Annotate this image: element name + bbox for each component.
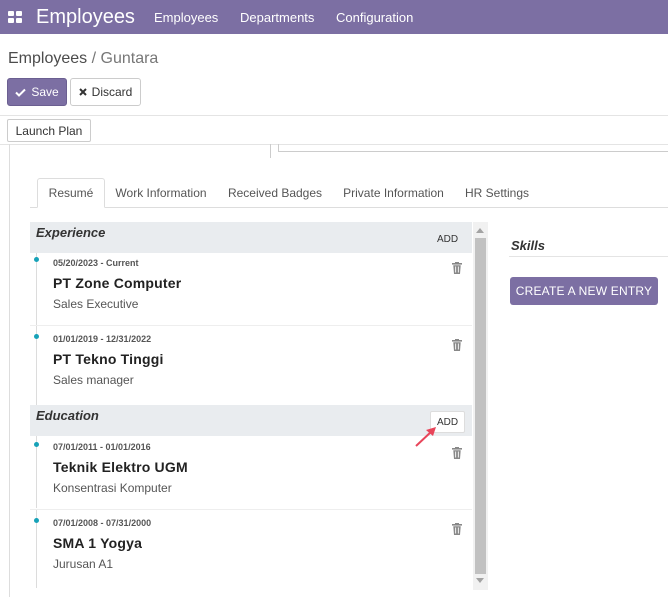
app-brand[interactable]: Employees — [36, 6, 135, 29]
tab-received-badges[interactable]: Received Badges — [220, 178, 330, 208]
row-separator — [30, 325, 472, 326]
row-separator — [30, 509, 472, 510]
breadcrumb: Employees / Guntara — [8, 50, 158, 68]
line-description: Konsentrasi Komputer — [53, 481, 172, 495]
experience-title: Experience — [36, 225, 106, 240]
timeline-dot — [34, 334, 39, 339]
breadcrumb-separator: / — [87, 50, 101, 67]
scroll-down-arrow-icon[interactable] — [476, 578, 484, 583]
discard-button-label: Discard — [91, 85, 133, 99]
top-navbar: Employees Employees Departments Configur… — [0, 0, 668, 34]
save-button[interactable]: Save — [7, 78, 67, 106]
tab-hr-settings[interactable]: HR Settings — [457, 178, 537, 208]
trash-icon[interactable] — [452, 262, 462, 274]
line-date: 01/01/2019 - 12/31/2022 — [53, 334, 152, 344]
create-new-entry-button[interactable]: CREATE A NEW ENTRY — [510, 277, 658, 305]
discard-button[interactable]: Discard — [70, 78, 141, 106]
line-name[interactable]: SMA 1 Yogya — [53, 535, 142, 551]
line-name[interactable]: PT Zone Computer — [53, 275, 181, 291]
launch-plan-button[interactable]: Launch Plan — [7, 119, 91, 142]
timeline-dot — [34, 442, 39, 447]
resume-scrollbar-thumb[interactable] — [475, 238, 486, 574]
close-icon — [78, 88, 87, 96]
breadcrumb-current: Guntara — [100, 50, 159, 67]
annotation-arrow-icon — [415, 427, 436, 447]
trash-icon[interactable] — [452, 339, 462, 351]
scroll-up-arrow-icon[interactable] — [476, 228, 484, 233]
trash-icon[interactable] — [452, 523, 462, 535]
menu-departments[interactable]: Departments — [240, 10, 314, 25]
line-name[interactable]: PT Tekno Tinggi — [53, 351, 164, 367]
check-icon — [15, 88, 27, 97]
breadcrumb-parent[interactable]: Employees — [8, 50, 87, 67]
line-date: 05/20/2023 - Current — [53, 258, 139, 268]
education-title: Education — [36, 408, 99, 423]
field-box-bottom — [278, 151, 668, 152]
skills-title: Skills — [511, 238, 545, 253]
line-description: Sales manager — [53, 373, 134, 387]
experience-timeline — [36, 253, 37, 325]
experience-section-header: Experience ADD — [30, 222, 472, 253]
education-section-header: Education ADD — [30, 405, 472, 436]
sheet-left-border — [9, 144, 10, 597]
timeline-dot — [34, 518, 39, 523]
trash-icon[interactable] — [452, 447, 462, 459]
timeline-dot — [34, 257, 39, 262]
save-button-label: Save — [31, 85, 59, 99]
line-description: Sales Executive — [53, 297, 139, 311]
line-name[interactable]: Teknik Elektro UGM — [53, 459, 188, 475]
apps-menu-icon[interactable] — [8, 11, 22, 23]
tab-private-information[interactable]: Private Information — [336, 178, 451, 208]
line-date: 07/01/2008 - 07/31/2000 — [53, 518, 152, 528]
menu-configuration[interactable]: Configuration — [336, 10, 413, 25]
menu-employees[interactable]: Employees — [154, 10, 218, 25]
tab-resume[interactable]: Resumé — [37, 178, 105, 208]
skills-divider — [509, 256, 668, 257]
experience-add-button[interactable]: ADD — [430, 228, 465, 250]
line-description: Jurusan A1 — [53, 557, 114, 571]
line-date: 07/01/2011 - 01/01/2016 — [53, 442, 151, 452]
control-panel-divider — [0, 115, 668, 116]
tab-work-information[interactable]: Work Information — [108, 178, 214, 208]
field-edge — [270, 144, 271, 158]
statusbar-divider — [0, 144, 668, 145]
